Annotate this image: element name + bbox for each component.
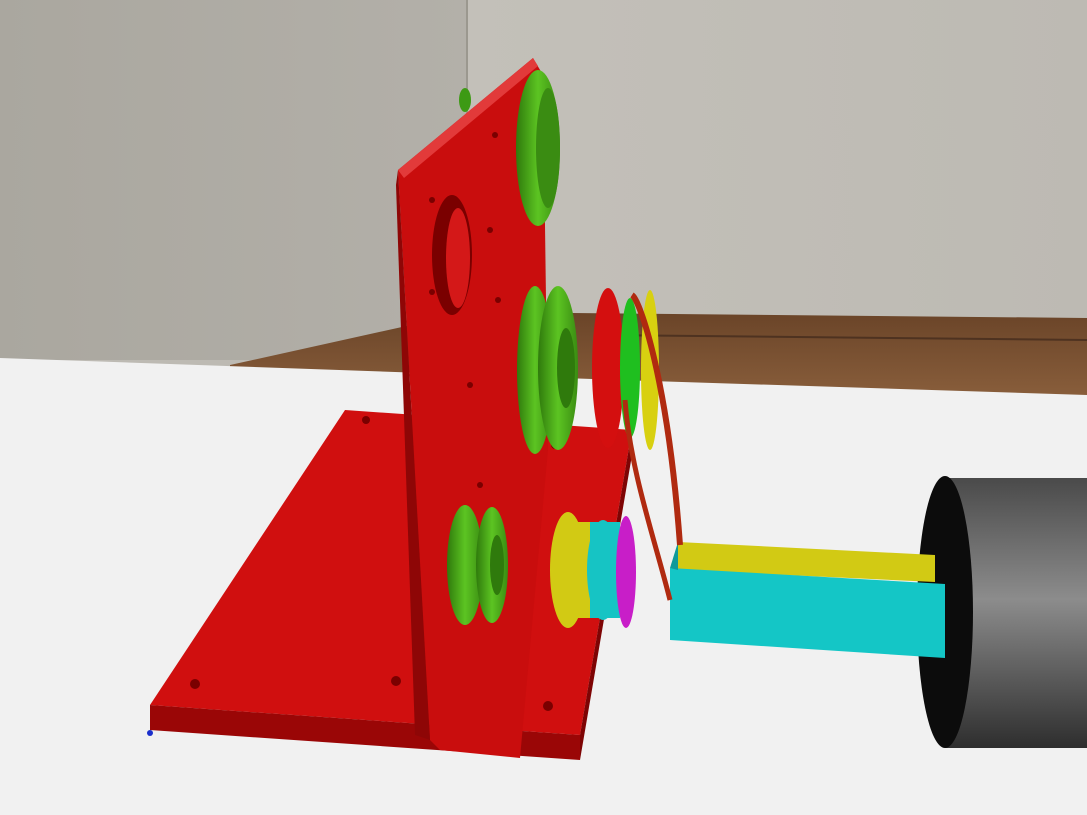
motor-shaft-coupler (670, 542, 945, 658)
3d-scene (0, 0, 1087, 815)
lower-pulley (447, 505, 508, 625)
middle-pulley (517, 286, 578, 454)
lower-coupler (550, 512, 636, 628)
origin-marker (147, 730, 153, 736)
